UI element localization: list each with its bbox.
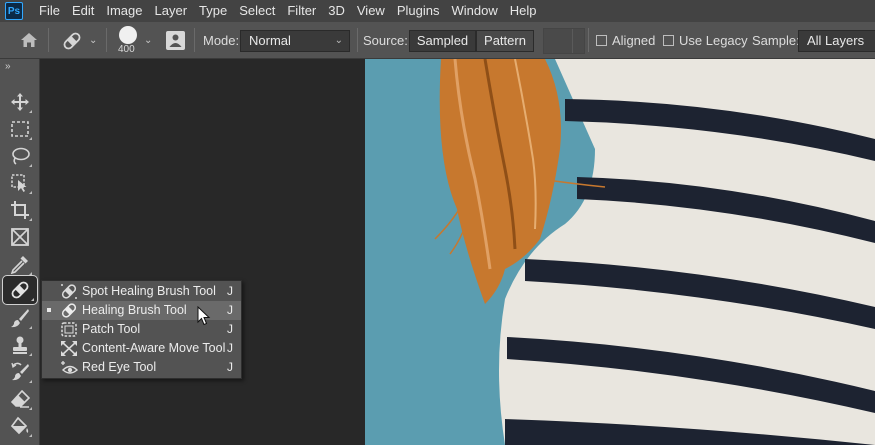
flyout-item-label: Content-Aware Move Tool (82, 341, 226, 355)
sample-dropdown[interactable]: All Layers (798, 30, 875, 52)
clone-source-panel-icon[interactable] (166, 31, 185, 50)
eyedropper-icon (10, 256, 28, 274)
tools-panel: » (0, 59, 40, 445)
mode-label: Mode: (203, 33, 240, 48)
menu-view[interactable]: View (351, 0, 391, 22)
document-canvas[interactable] (365, 59, 875, 445)
move-icon (11, 93, 29, 111)
lasso-icon (12, 147, 30, 165)
menu-window[interactable]: Window (445, 0, 503, 22)
flyout-item-shortcut: J (227, 284, 233, 298)
source-pattern-button[interactable]: Pattern (476, 30, 534, 52)
paint-bucket-tool[interactable] (7, 414, 33, 438)
mode-dropdown[interactable]: Normal ⌄ (240, 30, 350, 52)
photo-image (365, 59, 875, 445)
source-sampled-button[interactable]: Sampled (409, 30, 476, 52)
options-bar: ⌄ 400 ⌄ Mode: Normal ⌄ Source: Sampled P… (0, 22, 875, 59)
menu-3d[interactable]: 3D (322, 0, 351, 22)
menu-filter[interactable]: Filter (281, 0, 322, 22)
object-selection-tool[interactable] (7, 171, 33, 195)
menu-help[interactable]: Help (504, 0, 543, 22)
brush-icon (11, 309, 29, 328)
eraser-icon (10, 389, 30, 408)
tool-preset-picker[interactable] (61, 30, 83, 55)
workspace-background (40, 59, 365, 445)
menu-file[interactable]: File (33, 0, 66, 22)
brush-tip-preview[interactable] (119, 26, 137, 44)
patch-icon (61, 322, 77, 337)
mode-value: Normal (249, 33, 291, 48)
source-label: Source: (363, 33, 408, 48)
selected-bullet (47, 308, 51, 312)
paint-bucket-icon (10, 416, 29, 435)
flyout-item-spot-healing-brush[interactable]: Spot Healing Brush Tool J (42, 282, 241, 301)
brush-tool[interactable] (7, 306, 33, 330)
menu-image[interactable]: Image (100, 0, 148, 22)
lasso-tool[interactable] (7, 144, 33, 168)
eyedropper-tool[interactable] (7, 252, 33, 276)
spot-healing-brush-icon (61, 284, 77, 299)
healing-brush-tool[interactable] (2, 275, 38, 305)
flyout-item-label: Healing Brush Tool (82, 303, 187, 317)
menu-edit[interactable]: Edit (66, 0, 100, 22)
flyout-item-label: Spot Healing Brush Tool (82, 284, 216, 298)
crop-icon (11, 201, 29, 219)
sample-label: Sample: (752, 33, 800, 48)
pattern-picker[interactable] (543, 28, 585, 54)
content-aware-move-icon (61, 341, 77, 356)
flyout-item-red-eye[interactable]: Red Eye Tool J (42, 358, 241, 377)
chevron-down-icon[interactable]: ⌄ (89, 35, 97, 46)
menu-layer[interactable]: Layer (149, 0, 194, 22)
flyout-item-shortcut: J (227, 322, 233, 336)
healing-brush-icon (61, 303, 77, 318)
flyout-item-patch[interactable]: Patch Tool J (42, 320, 241, 339)
flyout-item-healing-brush[interactable]: Healing Brush Tool J (42, 301, 241, 320)
use-legacy-checkbox[interactable] (663, 35, 674, 46)
flyout-item-shortcut: J (227, 341, 233, 355)
flyout-item-label: Red Eye Tool (82, 360, 157, 374)
crop-tool[interactable] (7, 198, 33, 222)
menu-plugins[interactable]: Plugins (391, 0, 446, 22)
clone-stamp-tool[interactable] (7, 333, 33, 357)
history-brush-tool[interactable] (7, 360, 33, 384)
frame-tool[interactable] (7, 225, 33, 249)
healing-brush-icon (63, 32, 81, 50)
rectangular-marquee-icon (11, 121, 29, 137)
rectangular-marquee-tool[interactable] (7, 117, 33, 141)
collapse-panel-icon[interactable]: » (5, 61, 10, 72)
red-eye-icon (61, 361, 78, 374)
sample-value: All Layers (807, 33, 865, 48)
brush-size-value: 400 (118, 44, 135, 55)
home-icon[interactable] (20, 32, 38, 51)
aligned-checkbox[interactable] (596, 35, 607, 46)
photoshop-logo: Ps (5, 2, 23, 20)
chevron-down-icon[interactable]: ⌄ (144, 35, 152, 46)
healing-brush-icon (11, 281, 29, 299)
mouse-cursor-icon (197, 306, 211, 326)
menu-type[interactable]: Type (193, 0, 233, 22)
flyout-item-shortcut: J (227, 360, 233, 374)
chevron-down-icon: ⌄ (334, 35, 343, 46)
flyout-item-content-aware-move[interactable]: Content-Aware Move Tool J (42, 339, 241, 358)
flyout-item-shortcut: J (227, 303, 233, 317)
object-selection-icon (11, 174, 27, 192)
menu-bar: Ps File Edit Image Layer Type Select Fil… (0, 0, 875, 22)
clone-stamp-icon (13, 336, 27, 354)
eraser-tool[interactable] (7, 387, 33, 411)
aligned-label: Aligned (612, 33, 656, 48)
flyout-item-label: Patch Tool (82, 322, 141, 336)
history-brush-icon (11, 362, 29, 381)
move-tool[interactable] (7, 90, 33, 114)
healing-tools-flyout: Spot Healing Brush Tool J Healing Brush … (41, 280, 242, 379)
use-legacy-label: Use Legacy (679, 33, 748, 48)
frame-icon (11, 228, 29, 246)
menu-select[interactable]: Select (233, 0, 281, 22)
